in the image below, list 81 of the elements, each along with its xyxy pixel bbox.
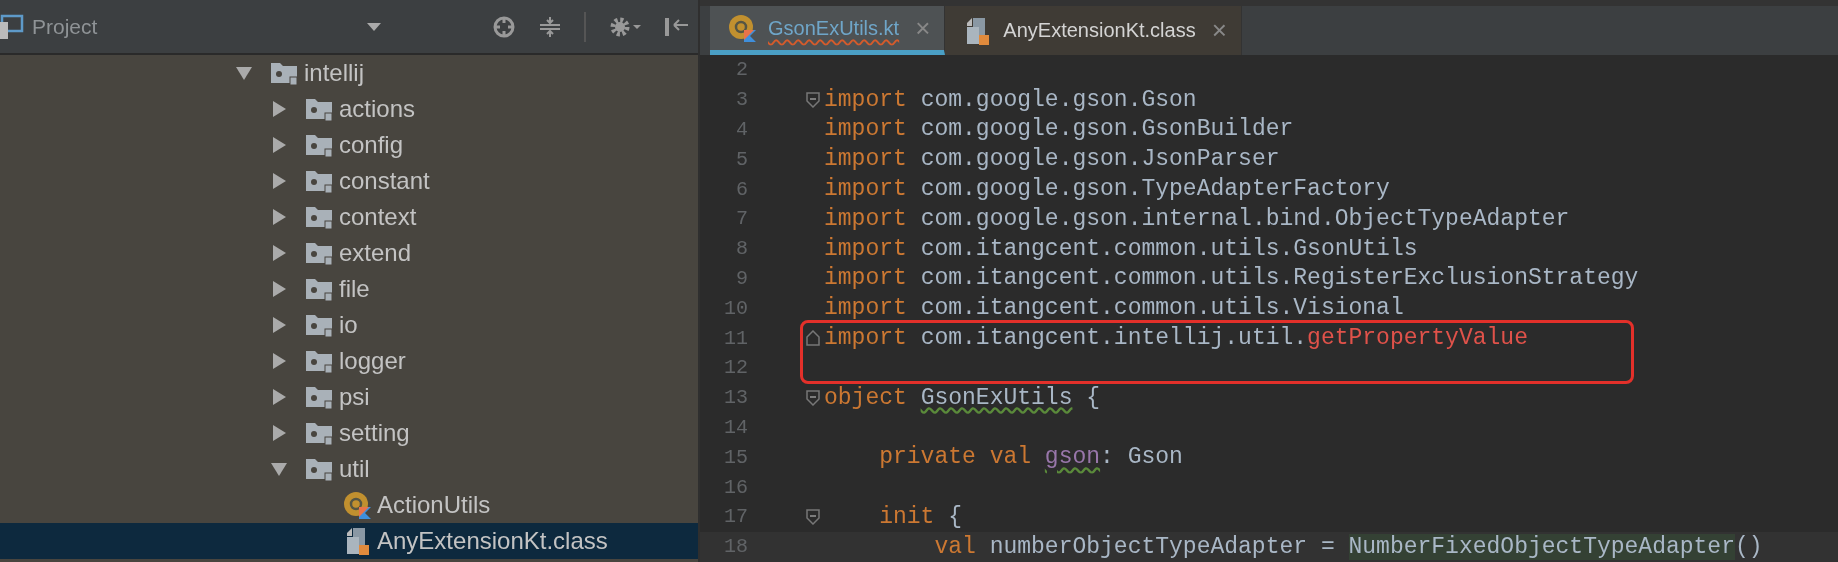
package-folder-icon	[305, 204, 335, 230]
line-number: 2	[735, 58, 748, 82]
collapsed-arrow-icon[interactable]	[271, 137, 287, 153]
project-icon	[0, 13, 24, 40]
tree-item[interactable]: logger	[0, 343, 698, 379]
code-line: init {	[878, 503, 963, 530]
tree-item[interactable]: extend	[0, 235, 698, 271]
line-number: 13	[723, 386, 748, 410]
collapse-all-icon[interactable]	[538, 14, 562, 39]
expanded-arrow-icon[interactable]	[271, 461, 287, 477]
code-line: object GsonExUtils {	[824, 384, 1101, 411]
code-line: import com.google.gson.internal.bind.ObjectTypeAdapter	[824, 205, 1570, 232]
fold-marker-icon[interactable]	[806, 91, 820, 108]
close-tab-button[interactable]: ×	[1211, 15, 1227, 46]
code-line: import com.itangcent.common.utils.GsonUtils	[824, 235, 1418, 262]
fold-marker-icon[interactable]	[806, 389, 820, 406]
package-folder-icon	[305, 96, 335, 122]
fold-end-icon[interactable]	[806, 330, 820, 347]
package-folder-icon	[305, 276, 335, 302]
tree-item[interactable]: psi	[0, 379, 698, 415]
line-number: 6	[735, 177, 748, 201]
collapsed-arrow-icon[interactable]	[271, 353, 287, 369]
line-number: 14	[723, 415, 748, 439]
code-line: import com.google.gson.TypeAdapterFactory	[824, 176, 1390, 203]
package-folder-icon	[305, 384, 335, 410]
code-line: import com.google.gson.JsonParser	[824, 146, 1280, 173]
editor-tab[interactable]: GsonExUtils.kt ×	[710, 6, 946, 55]
editor-tab[interactable]: AnyExtensionKt.class ×	[945, 6, 1242, 55]
code-line: import com.itangcent.intellij.util.getPropertyValue	[824, 325, 1528, 352]
package-folder-icon	[305, 132, 335, 158]
code-line: val numberObjectTypeAdapter = NumberFixedObjectTypeAdapter()	[933, 533, 1763, 560]
line-number: 16	[723, 475, 748, 499]
collapsed-arrow-icon[interactable]	[271, 101, 287, 117]
package-folder-icon	[305, 456, 335, 482]
code-line: private val gson: Gson	[878, 444, 1183, 471]
collapsed-arrow-icon[interactable]	[271, 317, 287, 333]
code-line: import com.google.gson.GsonBuilder	[824, 116, 1294, 143]
line-number: 12	[723, 356, 748, 380]
code-line: import com.google.gson.Gson	[824, 86, 1197, 113]
kotlin-object-icon	[728, 14, 758, 42]
tree-item[interactable]: config	[0, 127, 698, 163]
collapsed-arrow-icon[interactable]	[271, 209, 287, 225]
package-folder-icon	[270, 60, 300, 86]
package-folder-icon	[305, 312, 335, 338]
line-number: 3	[735, 88, 748, 112]
tree-item[interactable]: setting	[0, 415, 698, 451]
code-line: import com.itangcent.common.utils.Visional	[824, 295, 1404, 322]
tree-item[interactable]: io	[0, 307, 698, 343]
line-number: 7	[735, 207, 748, 231]
line-number: 8	[735, 237, 748, 261]
line-number: 4	[735, 118, 748, 141]
code-line: import com.itangcent.common.utils.RegisterExclusionStrategy	[824, 265, 1639, 292]
tree-item[interactable]: constant	[0, 163, 698, 199]
tree-item[interactable]: file	[0, 271, 698, 307]
collapsed-arrow-icon[interactable]	[271, 281, 287, 297]
collapsed-arrow-icon[interactable]	[271, 389, 287, 405]
line-number: 15	[723, 445, 748, 469]
tree-item[interactable]: AnyExtensionKt.class	[0, 523, 698, 559]
kotlin-object-icon	[343, 491, 373, 519]
line-number: 9	[735, 266, 748, 290]
package-folder-icon	[305, 348, 335, 374]
line-number: 11	[723, 326, 748, 350]
line-number: 5	[735, 147, 748, 171]
package-folder-icon	[305, 168, 335, 194]
fold-marker-icon[interactable]	[806, 508, 820, 525]
locate-icon[interactable]	[492, 14, 516, 39]
collapsed-arrow-icon[interactable]	[271, 245, 287, 261]
dropdown-caret-icon[interactable]	[367, 22, 382, 31]
line-number: 10	[723, 296, 748, 320]
package-folder-icon	[305, 240, 335, 266]
tree-item[interactable]: intellij	[0, 55, 698, 91]
line-number: 17	[723, 505, 748, 529]
collapsed-arrow-icon[interactable]	[271, 173, 287, 189]
expanded-arrow-icon[interactable]	[236, 65, 252, 81]
tree-item[interactable]: ActionUtils	[0, 487, 698, 523]
tree-item[interactable]: util	[0, 451, 698, 487]
tree-item[interactable]: context	[0, 199, 698, 235]
panel-title: Project	[32, 14, 98, 39]
package-folder-icon	[305, 420, 335, 446]
tree-item[interactable]: actions	[0, 91, 698, 127]
collapsed-arrow-icon[interactable]	[271, 425, 287, 441]
